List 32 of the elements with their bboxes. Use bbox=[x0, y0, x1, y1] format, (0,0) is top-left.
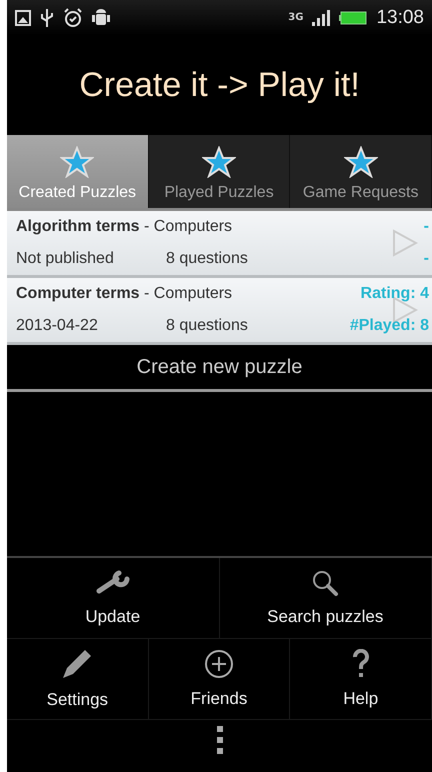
puzzle-row[interactable]: Algorithm terms - Computers - Not published 8 questions - bbox=[7, 211, 432, 278]
clock-time: 13:08 bbox=[376, 6, 424, 28]
puzzle-row[interactable]: Computer terms - Computers Rating: 4 2013-04-22 8 questions #Played: 8 bbox=[7, 278, 432, 345]
play-icon bbox=[392, 229, 418, 257]
signal-icon bbox=[312, 10, 330, 26]
puzzle-title: Computer terms - Computers bbox=[16, 285, 234, 303]
usb-icon bbox=[40, 8, 54, 28]
battery-icon bbox=[339, 10, 368, 24]
plus-icon bbox=[204, 649, 234, 679]
help-icon bbox=[352, 649, 370, 679]
puzzle-played-count: - bbox=[424, 250, 430, 268]
network-type: 3G bbox=[288, 12, 304, 23]
star-icon bbox=[60, 146, 94, 178]
puzzle-played-count: #Played: 8 bbox=[350, 317, 430, 335]
tab[interactable]: Played Puzzles bbox=[148, 135, 290, 208]
puzzle-rating: - bbox=[424, 218, 430, 236]
overflow-menu-icon[interactable] bbox=[216, 726, 224, 754]
question-count: 8 questions bbox=[166, 250, 249, 268]
puzzle-status: Not published bbox=[16, 250, 115, 268]
puzzle-title: Algorithm terms - Computers bbox=[16, 218, 234, 236]
puzzle-rating: Rating: 4 bbox=[360, 285, 430, 303]
tab[interactable]: Game Requests bbox=[290, 135, 432, 208]
pencil-icon bbox=[61, 648, 94, 680]
star-icon bbox=[344, 146, 378, 178]
puzzle-status: 2013-04-22 bbox=[16, 317, 99, 335]
app-title: Create it -> Play it! bbox=[79, 66, 360, 104]
star-icon bbox=[202, 146, 236, 178]
alarm-clock-icon bbox=[63, 8, 83, 28]
question-count: 8 questions bbox=[166, 317, 249, 335]
android-icon bbox=[92, 8, 110, 28]
search-icon bbox=[311, 569, 340, 597]
picture-icon bbox=[15, 10, 31, 26]
